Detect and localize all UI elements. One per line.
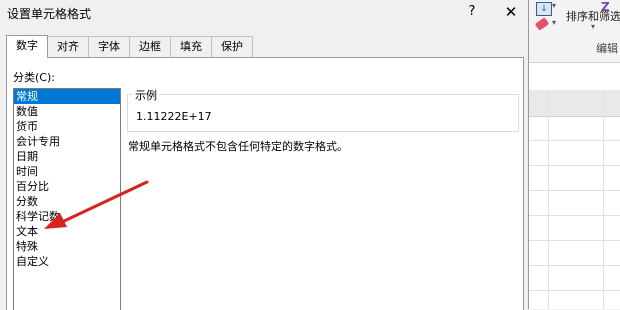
annotation-arrow xyxy=(44,180,149,229)
annotation-arrow-shaft xyxy=(60,180,149,224)
tab-number[interactable]: 数字 xyxy=(6,35,48,58)
annotation-arrow-head xyxy=(44,213,67,229)
